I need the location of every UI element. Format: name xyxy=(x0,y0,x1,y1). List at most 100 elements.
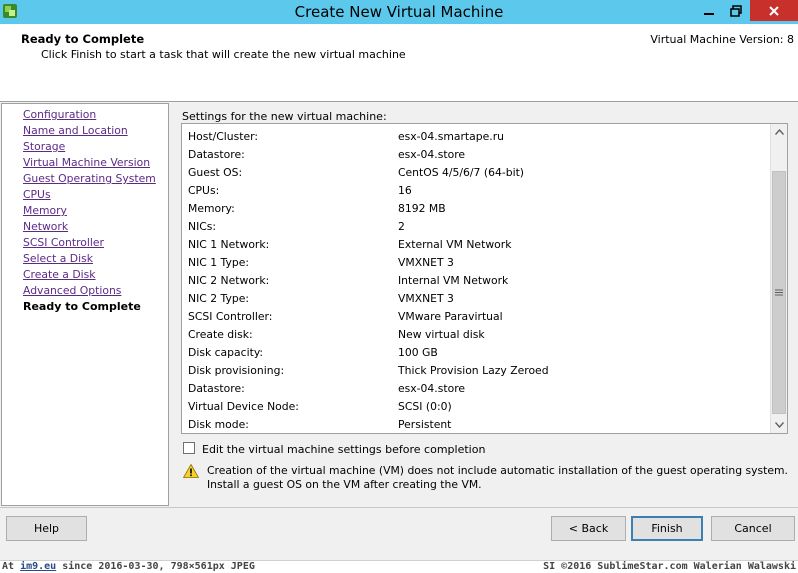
window-title: Create New Virtual Machine xyxy=(294,3,504,21)
settings-row: NIC 1 Network: External VM Network xyxy=(182,236,770,254)
scroll-down-arrow-icon xyxy=(774,422,784,428)
settings-key: NIC 1 Network: xyxy=(188,238,270,251)
nav-item-configuration[interactable]: Configuration xyxy=(23,108,96,121)
settings-key: NIC 2 Type: xyxy=(188,292,249,305)
wizard-steps-nav: Configuration Name and Location Storage … xyxy=(1,103,169,506)
settings-row: Virtual Device Node: SCSI (0:0) xyxy=(182,398,770,416)
warning-triangle-icon xyxy=(183,464,199,478)
status-prefix: At xyxy=(2,561,21,572)
settings-key: Datastore: xyxy=(188,148,245,161)
settings-value: esx-04.smartape.ru xyxy=(398,130,504,143)
settings-rows: Host/Cluster: esx-04.smartape.ru Datastore… xyxy=(182,128,770,433)
footer-divider xyxy=(0,507,798,508)
scroll-up-arrow-icon xyxy=(774,129,784,135)
nav-item-vm-version[interactable]: Virtual Machine Version xyxy=(23,156,150,169)
help-button[interactable]: Help xyxy=(6,516,87,541)
title-bar[interactable]: Create New Virtual Machine xyxy=(0,0,798,24)
settings-value: 16 xyxy=(398,184,412,197)
nav-item-cpus[interactable]: CPUs xyxy=(23,188,51,201)
nav-item-scsi-controller[interactable]: SCSI Controller xyxy=(23,236,104,249)
nav-item-select-disk[interactable]: Select a Disk xyxy=(23,252,93,265)
scroll-down-button[interactable] xyxy=(771,417,787,433)
cancel-button[interactable]: Cancel xyxy=(711,516,795,541)
finish-button[interactable]: Finish xyxy=(631,516,703,541)
settings-value: esx-04.store xyxy=(398,148,466,161)
settings-key: NIC 1 Type: xyxy=(188,256,249,269)
settings-key: Create disk: xyxy=(188,328,253,341)
settings-row: Create disk: New virtual disk xyxy=(182,326,770,344)
restore-icon xyxy=(730,4,742,17)
settings-label: Settings for the new virtual machine: xyxy=(182,110,387,123)
settings-row: NIC 1 Type: VMXNET 3 xyxy=(182,254,770,272)
settings-value: Thick Provision Lazy Zeroed xyxy=(398,364,549,377)
nav-item-network[interactable]: Network xyxy=(23,220,68,233)
settings-value: Persistent xyxy=(398,418,452,431)
settings-list[interactable]: Host/Cluster: esx-04.smartape.ru Datastore… xyxy=(181,123,788,434)
settings-key: Datastore: xyxy=(188,382,245,395)
settings-row: Memory: 8192 MB xyxy=(182,200,770,218)
restore-button[interactable] xyxy=(722,0,750,21)
settings-value: CentOS 4/5/6/7 (64-bit) xyxy=(398,166,525,179)
settings-value: 100 GB xyxy=(398,346,438,359)
settings-value: New virtual disk xyxy=(398,328,485,341)
settings-row: Host/Cluster: esx-04.smartape.ru xyxy=(182,128,770,146)
status-details: since 2016-03-30, 798×561px JPEG xyxy=(56,561,255,572)
settings-value: 2 xyxy=(398,220,405,233)
host-link[interactable]: im9.eu xyxy=(20,561,56,572)
nav-item-guest-os[interactable]: Guest Operating System xyxy=(23,172,156,185)
scroll-up-button[interactable] xyxy=(771,124,787,140)
settings-row: CPUs: 16 xyxy=(182,182,770,200)
settings-key: Disk capacity: xyxy=(188,346,264,359)
page-description: Click Finish to start a task that will c… xyxy=(41,48,406,61)
scroll-grip-icon xyxy=(775,289,783,296)
nav-item-storage[interactable]: Storage xyxy=(23,140,65,153)
settings-row: SCSI Controller: VMware Paravirtual xyxy=(182,308,770,326)
settings-row: Disk mode: Persistent xyxy=(182,416,770,433)
settings-row: Disk capacity: 100 GB xyxy=(182,344,770,362)
settings-row: Disk provisioning: Thick Provision Lazy Z… xyxy=(182,362,770,380)
settings-value: External VM Network xyxy=(398,238,512,251)
settings-key: Disk provisioning: xyxy=(188,364,285,377)
nav-item-ready-to-complete: Ready to Complete xyxy=(23,300,141,313)
settings-row: NICs: 2 xyxy=(182,218,770,236)
settings-value: VMware Paravirtual xyxy=(398,310,503,323)
settings-key: SCSI Controller: xyxy=(188,310,273,323)
settings-key: Guest OS: xyxy=(188,166,243,179)
close-icon xyxy=(769,5,779,16)
status-credit: SI ©2016 SublimeStar.com Walerian Walaws… xyxy=(543,561,796,572)
settings-value: VMXNET 3 xyxy=(398,256,454,269)
edit-settings-label[interactable]: Edit the virtual machine settings before… xyxy=(202,443,485,456)
close-button[interactable] xyxy=(750,0,798,21)
settings-value: 8192 MB xyxy=(398,202,446,215)
settings-key: Virtual Device Node: xyxy=(188,400,299,413)
wizard-content: Settings for the new virtual machine: Ho… xyxy=(170,103,798,506)
settings-key: Host/Cluster: xyxy=(188,130,258,143)
back-button[interactable]: < Back xyxy=(551,516,626,541)
settings-row: Guest OS: CentOS 4/5/6/7 (64-bit) xyxy=(182,164,770,182)
nav-item-create-disk[interactable]: Create a Disk xyxy=(23,268,96,281)
minimize-button[interactable] xyxy=(696,0,722,21)
vertical-scrollbar[interactable] xyxy=(770,124,787,433)
settings-value: SCSI (0:0) xyxy=(398,400,452,413)
settings-value: Internal VM Network xyxy=(398,274,509,287)
nav-item-name-and-location[interactable]: Name and Location xyxy=(23,124,128,137)
settings-key: CPUs: xyxy=(188,184,220,197)
warning-text: Creation of the virtual machine (VM) doe… xyxy=(207,464,788,491)
scroll-thumb[interactable] xyxy=(772,171,786,414)
image-host-statusbar: At im9.eu since 2016-03-30, 798×561px JP… xyxy=(0,560,798,573)
page-title: Ready to Complete xyxy=(21,32,145,46)
settings-row: Datastore: esx-04.store xyxy=(182,380,770,398)
settings-row: NIC 2 Network: Internal VM Network xyxy=(182,272,770,290)
nav-item-advanced-options[interactable]: Advanced Options xyxy=(23,284,121,297)
settings-key: Memory: xyxy=(188,202,235,215)
vm-version-label: Virtual Machine Version: 8 xyxy=(650,33,794,46)
settings-row: NIC 2 Type: VMXNET 3 xyxy=(182,290,770,308)
edit-settings-checkbox[interactable] xyxy=(183,442,195,454)
status-left: At im9.eu since 2016-03-30, 798×561px JP… xyxy=(2,561,255,572)
nav-item-memory[interactable]: Memory xyxy=(23,204,67,217)
minimize-icon xyxy=(704,12,714,15)
settings-key: NICs: xyxy=(188,220,217,233)
settings-value: esx-04.store xyxy=(398,382,466,395)
settings-key: Disk mode: xyxy=(188,418,249,431)
settings-value: VMXNET 3 xyxy=(398,292,454,305)
